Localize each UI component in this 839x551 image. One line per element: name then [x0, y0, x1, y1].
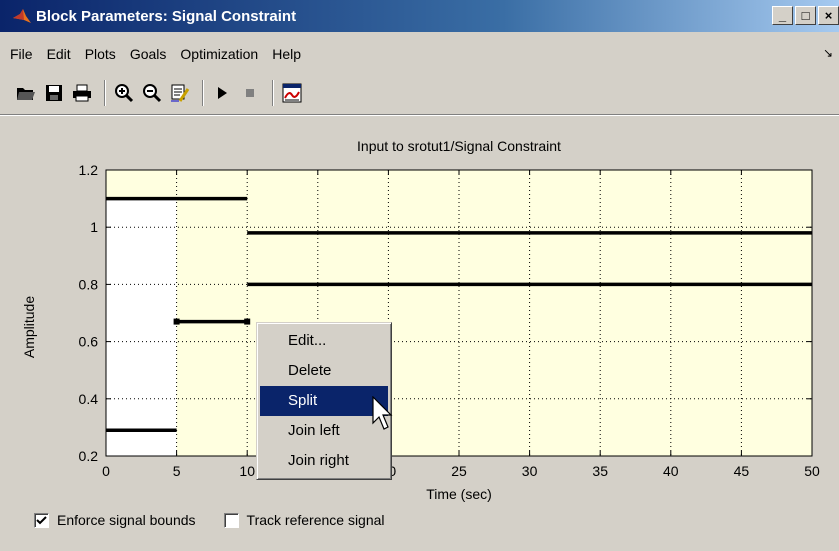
ctx-join-left[interactable]: Join left: [260, 416, 388, 446]
x-tick-label: 5: [173, 463, 181, 479]
x-tick-label: 25: [451, 463, 467, 479]
segment-handle[interactable]: [244, 318, 251, 325]
enforce-bounds-label: Enforce signal bounds: [57, 512, 196, 528]
constraint-region-0: [106, 170, 177, 199]
y-tick-label: 1: [90, 219, 98, 235]
signal-constraint-window: Block Parameters: Signal Constraint _ □ …: [0, 0, 839, 551]
ctx-edit[interactable]: Edit...: [260, 326, 388, 356]
checkmark-icon: [36, 515, 47, 524]
y-tick-label: 0.4: [79, 391, 99, 407]
signal-options: Enforce signal bounds Track reference si…: [34, 512, 413, 528]
y-tick-label: 1.2: [79, 162, 99, 178]
y-tick-label: 0.2: [79, 448, 99, 464]
constraint-plot[interactable]: 051015202530354045500.20.40.60.811.2: [0, 0, 839, 551]
x-axis-label: Time (sec): [426, 486, 492, 502]
segment-handle[interactable]: [173, 318, 180, 325]
track-reference-checkbox[interactable]: [223, 512, 239, 528]
y-tick-label: 0.8: [79, 276, 99, 292]
x-tick-label: 10: [239, 463, 255, 479]
x-tick-label: 45: [734, 463, 750, 479]
enforce-bounds-option[interactable]: Enforce signal bounds: [34, 512, 196, 528]
x-tick-label: 35: [592, 463, 608, 479]
x-tick-label: 30: [522, 463, 538, 479]
x-tick-label: 40: [663, 463, 679, 479]
y-axis-label: Amplitude: [21, 295, 37, 359]
x-tick-label: 50: [804, 463, 820, 479]
track-reference-label: Track reference signal: [246, 512, 385, 528]
track-reference-option[interactable]: Track reference signal: [223, 512, 385, 528]
mouse-pointer-icon: [372, 396, 393, 430]
y-tick-label: 0.6: [79, 334, 99, 350]
enforce-bounds-checkbox[interactable]: [34, 512, 49, 528]
x-tick-label: 0: [102, 463, 110, 479]
ctx-split[interactable]: Split: [260, 386, 388, 416]
ctx-delete[interactable]: Delete: [260, 356, 388, 386]
ctx-join-right[interactable]: Join right: [260, 446, 388, 476]
